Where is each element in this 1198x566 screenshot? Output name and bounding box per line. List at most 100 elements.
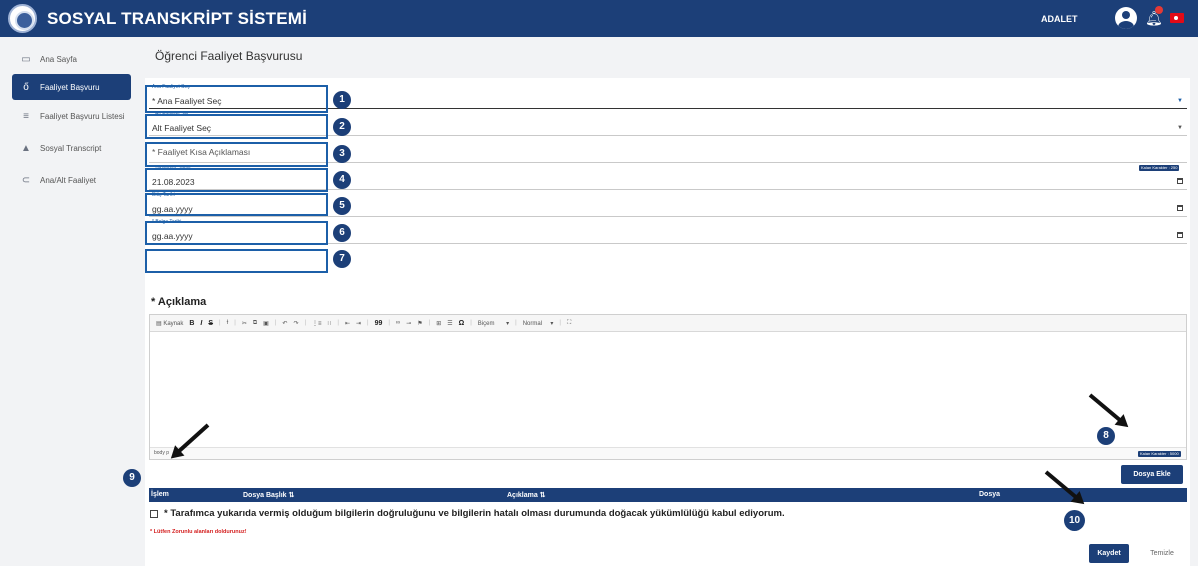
toolbar-separator: | — [219, 320, 221, 326]
bullet-list-icon[interactable]: ∷ — [328, 320, 332, 327]
required-warning: * Lütfen Zorunlu alanları doldurunuz! — [150, 529, 247, 535]
list-icon: ≡ — [23, 110, 29, 122]
sidebar-item-faaliyet-basvuru[interactable]: ő Faaliyet Başvuru — [12, 74, 131, 100]
paste-icon[interactable]: ▣ — [263, 320, 269, 327]
highlight-box-4 — [145, 168, 328, 192]
sidebar: ▭ Ana Sayfa ő Faaliyet Başvuru ≡ Faaliye… — [0, 37, 137, 541]
aciklama-counter: Kalan Karakter : 5000 — [1138, 451, 1181, 457]
copy-icon[interactable]: ⧉ — [253, 320, 257, 327]
graduation-cap-icon: ▲ — [21, 142, 31, 154]
maximize-icon[interactable]: ⛶ — [567, 320, 571, 327]
step-marker-5: 5 — [333, 197, 351, 215]
toolbar-separator: | — [559, 320, 561, 326]
highlight-box-3 — [145, 142, 328, 167]
horizontal-line-icon[interactable]: ☰ — [447, 320, 452, 327]
step-marker-9: 9 — [123, 469, 141, 487]
notification-badge — [1155, 6, 1163, 14]
step-marker-7: 7 — [333, 250, 351, 268]
calendar-icon[interactable] — [1177, 178, 1183, 184]
sidebar-item-basvuru-listesi[interactable]: ≡ Faaliyet Başvuru Listesi — [12, 103, 131, 129]
sidebar-item-ana-sayfa[interactable]: ▭ Ana Sayfa — [12, 46, 131, 72]
toolbar-separator: | — [428, 320, 431, 326]
toolbar-separator: | — [470, 320, 472, 326]
toolbar-separator: | — [274, 320, 277, 326]
clear-button[interactable]: Temizle — [1142, 544, 1182, 563]
page-title: Öğrenci Faaliyet Başvurusu — [155, 49, 303, 63]
toolbar-separator: | — [367, 320, 369, 326]
source-label: Kaynak — [163, 320, 184, 327]
special-char-button[interactable]: Ω — [459, 320, 465, 327]
sidebar-item-label: Faaliyet Başvuru Listesi — [40, 111, 125, 121]
sidebar-item-ana-alt-faaliyet[interactable]: ⊂ Ana/Alt Faaliyet — [12, 167, 131, 193]
rich-text-editor[interactable]: ▤ Kaynak B I S | Ɨ | ✂ ⧉ ▣ | ↶ ↷ | ⋮≡ ∷ … — [149, 314, 1187, 460]
step-marker-10: 10 — [1064, 510, 1085, 531]
university-logo-icon[interactable] — [8, 4, 37, 33]
consent-row: * Tarafımca yukarıda vermiş olduğum bilg… — [150, 508, 785, 519]
size-label: Normal — [522, 320, 543, 327]
strike-button[interactable]: S — [208, 320, 213, 327]
user-avatar-icon[interactable] — [1115, 7, 1137, 29]
highlight-box-6 — [145, 221, 328, 245]
files-table-header: İşlem Dosya Başlık ⇅ Açıklama ⇅ Dosya — [149, 488, 1187, 502]
column-header[interactable]: Dosya Başlık ⇅ — [243, 491, 294, 499]
highlight-box-7 — [145, 249, 328, 273]
column-header[interactable]: Açıklama ⇅ — [507, 491, 546, 499]
highlight-box-5 — [145, 193, 328, 216]
format-select[interactable]: Biçem ▾ — [478, 320, 509, 327]
sidebar-item-sosyal-transcript[interactable]: ▲ Sosyal Transcript — [12, 135, 131, 161]
step-marker-2: 2 — [333, 118, 351, 136]
bold-button[interactable]: B — [189, 320, 194, 327]
sidebar-item-label: Faaliyet Başvuru — [40, 82, 100, 92]
sidebar-item-label: Ana Sayfa — [40, 54, 77, 64]
blockquote-button[interactable]: 99 — [375, 320, 383, 327]
calendar-icon[interactable] — [1177, 232, 1183, 238]
app-title: SOSYAL TRANSKRİPT SİSTEMİ — [47, 9, 308, 28]
sidebar-item-label: Ana/Alt Faaliyet — [40, 175, 97, 185]
bicycle-icon: ő — [23, 81, 29, 93]
undo-icon[interactable]: ↶ — [282, 320, 287, 327]
editor-status-bar: body p — [150, 447, 1186, 459]
highlight-box-2 — [145, 114, 328, 139]
italic-button[interactable]: I — [200, 320, 202, 327]
add-file-button[interactable]: Dosya Ekle — [1121, 465, 1183, 484]
format-label: Biçem — [477, 320, 495, 327]
save-button[interactable]: Kaydet — [1089, 544, 1129, 563]
chevron-down-icon: ▼ — [1177, 98, 1183, 104]
link-icon[interactable]: ∞ — [396, 320, 400, 326]
toolbar-separator: | — [234, 320, 236, 326]
step-marker-1: 1 — [333, 91, 351, 109]
top-bar: SOSYAL TRANSKRİPT SİSTEMİ ADALET 🔔︎ — [0, 0, 1198, 37]
user-name[interactable]: ADALET — [1041, 14, 1078, 24]
size-select[interactable]: Normal ▾ — [523, 320, 554, 327]
table-icon[interactable]: ⊞ — [436, 320, 441, 327]
outdent-icon[interactable]: ⇤ — [345, 320, 350, 327]
cut-icon[interactable]: ✂ — [242, 320, 247, 327]
aciklama-label: * Açıklama — [151, 296, 207, 308]
monitor-icon: ▭ — [21, 53, 31, 65]
step-marker-4: 4 — [333, 171, 351, 189]
indent-icon[interactable]: ⇥ — [356, 320, 361, 327]
calendar-icon[interactable] — [1177, 205, 1183, 211]
column-header[interactable]: İşlem — [151, 491, 169, 498]
sidebar-item-label: Sosyal Transcript — [40, 143, 102, 153]
toolbar-separator: | — [515, 320, 517, 326]
column-header: Dosya — [979, 491, 1001, 498]
toolbar-separator: | — [388, 320, 390, 326]
consent-checkbox[interactable] — [150, 509, 158, 518]
paperclip-icon: ⊂ — [21, 174, 31, 186]
step-marker-6: 6 — [333, 224, 351, 242]
consent-text: * Tarafımca yukarıda vermiş olduğum bilg… — [164, 508, 785, 519]
unlink-icon[interactable]: ⊸ — [406, 320, 411, 327]
toolbar-separator: | — [337, 320, 339, 326]
editor-toolbar: ▤ Kaynak B I S | Ɨ | ✂ ⧉ ▣ | ↶ ↷ | ⋮≡ ∷ … — [150, 315, 1186, 332]
step-marker-8: 8 — [1097, 427, 1115, 445]
turkey-flag-icon[interactable] — [1170, 13, 1184, 23]
chevron-down-icon: ▼ — [1177, 125, 1183, 131]
anchor-flag-icon[interactable]: ⚑ — [417, 320, 422, 327]
remove-format-icon[interactable]: Ɨ — [227, 320, 229, 326]
redo-icon[interactable]: ↷ — [293, 320, 298, 327]
step-marker-3: 3 — [333, 145, 351, 163]
numbered-list-icon[interactable]: ⋮≡ — [312, 320, 322, 327]
source-button[interactable]: ▤ Kaynak — [156, 320, 183, 327]
toolbar-separator: | — [304, 320, 307, 326]
